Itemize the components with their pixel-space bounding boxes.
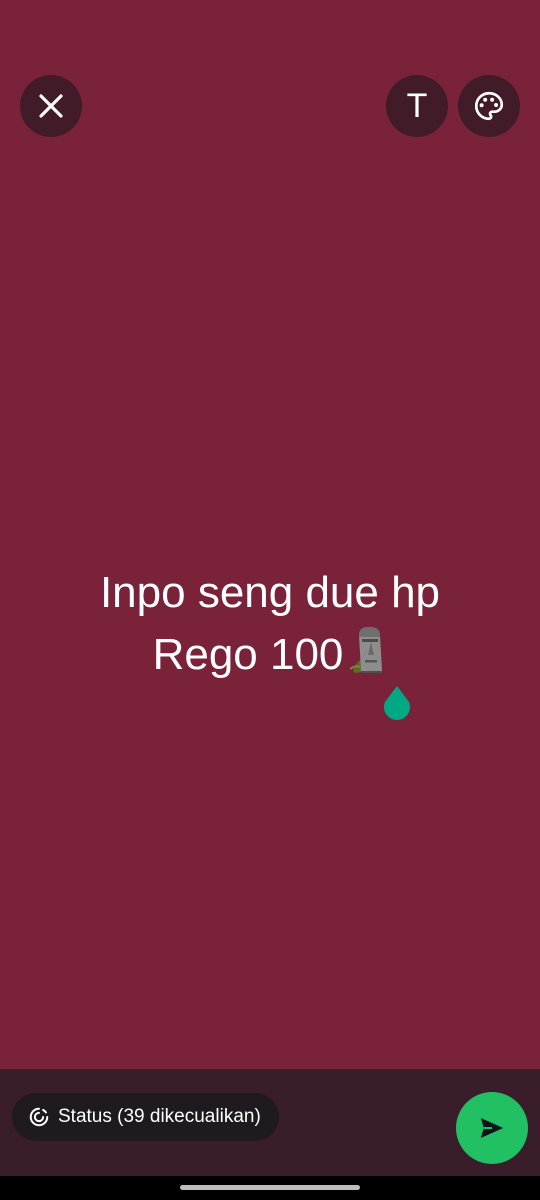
color-palette-button[interactable] (458, 75, 520, 137)
palette-icon (474, 91, 504, 121)
home-gesture-handle[interactable] (180, 1185, 360, 1190)
status-text[interactable]: Inpo seng due hp Rego 100 (0, 562, 540, 686)
text-tool-button[interactable]: T (386, 75, 448, 137)
moai-icon (349, 627, 383, 673)
text-selection-handle[interactable] (380, 684, 414, 724)
status-text-line-2-text: Rego 100 (152, 630, 344, 679)
status-text-line-1: Inpo seng due hp (99, 568, 441, 617)
send-button[interactable] (456, 1092, 528, 1164)
status-audience-button[interactable]: Status (39 dikecualikan) (12, 1093, 279, 1141)
status-ring-icon (29, 1107, 49, 1127)
send-icon (480, 1118, 504, 1138)
system-navigation-bar (0, 1176, 540, 1200)
status-canvas[interactable] (0, 0, 540, 1069)
close-button[interactable] (20, 75, 82, 137)
status-audience-label: Status (39 dikecualikan) (58, 1106, 261, 1127)
text-tool-label: T (406, 87, 428, 125)
status-text-line-2: Rego 100 (0, 624, 540, 686)
close-icon (39, 94, 63, 118)
